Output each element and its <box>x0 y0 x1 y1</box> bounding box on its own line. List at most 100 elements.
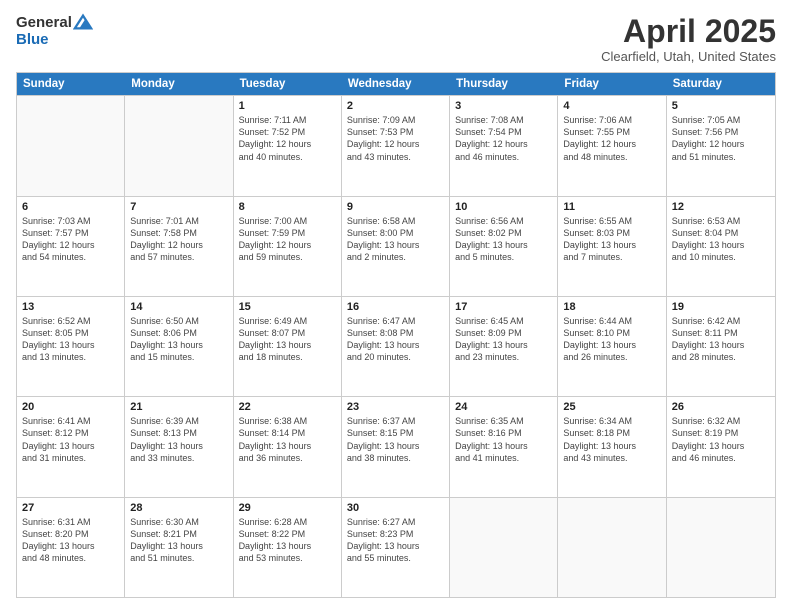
day-number: 2 <box>347 100 444 112</box>
cal-cell: 30 Sunrise: 6:27 AM Sunset: 8:23 PM Dayli… <box>342 498 450 597</box>
day-info: Sunrise: 7:08 AM Sunset: 7:54 PM Dayligh… <box>455 114 552 163</box>
month-title: April 2025 <box>601 14 776 49</box>
day-info: Sunrise: 6:58 AM Sunset: 8:00 PM Dayligh… <box>347 215 444 264</box>
calendar-body: 1 Sunrise: 7:11 AM Sunset: 7:52 PM Daylig… <box>17 95 775 597</box>
day-number: 20 <box>22 401 119 413</box>
cal-cell: 7Sunrise: 7:01 AM Sunset: 7:58 PM Daylig… <box>125 197 233 296</box>
day-info: Sunrise: 6:39 AM Sunset: 8:13 PM Dayligh… <box>130 415 227 464</box>
cal-cell: 2 Sunrise: 7:09 AM Sunset: 7:53 PM Daylig… <box>342 96 450 195</box>
day-info: Sunrise: 6:32 AM Sunset: 8:19 PM Dayligh… <box>672 415 770 464</box>
day-number: 14 <box>130 301 227 313</box>
page: General Blue April 2025 Clearfield, Utah… <box>0 0 792 612</box>
day-number: 21 <box>130 401 227 413</box>
day-number: 22 <box>239 401 336 413</box>
day-info: Sunrise: 7:00 AM Sunset: 7:59 PM Dayligh… <box>239 215 336 264</box>
day-number: 27 <box>22 502 119 514</box>
day-number: 16 <box>347 301 444 313</box>
day-number: 8 <box>239 201 336 213</box>
cal-cell: 13Sunrise: 6:52 AM Sunset: 8:05 PM Dayli… <box>17 297 125 396</box>
cal-cell: 25Sunrise: 6:34 AM Sunset: 8:18 PM Dayli… <box>558 397 666 496</box>
day-number: 5 <box>672 100 770 112</box>
day-info: Sunrise: 7:11 AM Sunset: 7:52 PM Dayligh… <box>239 114 336 163</box>
cal-cell: 26 Sunrise: 6:32 AM Sunset: 8:19 PM Dayli… <box>667 397 775 496</box>
day-info: Sunrise: 6:55 AM Sunset: 8:03 PM Dayligh… <box>563 215 660 264</box>
header-day-sunday: Sunday <box>17 73 125 95</box>
header-day-tuesday: Tuesday <box>234 73 342 95</box>
day-number: 10 <box>455 201 552 213</box>
day-info: Sunrise: 6:30 AM Sunset: 8:21 PM Dayligh… <box>130 516 227 565</box>
day-info: Sunrise: 6:42 AM Sunset: 8:11 PM Dayligh… <box>672 315 770 364</box>
day-number: 18 <box>563 301 660 313</box>
title-area: April 2025 Clearfield, Utah, United Stat… <box>601 14 776 64</box>
logo-blue: Blue <box>16 31 49 48</box>
cal-cell: 3 Sunrise: 7:08 AM Sunset: 7:54 PM Daylig… <box>450 96 558 195</box>
calendar: SundayMondayTuesdayWednesdayThursdayFrid… <box>16 72 776 598</box>
cal-cell <box>450 498 558 597</box>
day-info: Sunrise: 6:56 AM Sunset: 8:02 PM Dayligh… <box>455 215 552 264</box>
day-info: Sunrise: 6:52 AM Sunset: 8:05 PM Dayligh… <box>22 315 119 364</box>
day-info: Sunrise: 7:09 AM Sunset: 7:53 PM Dayligh… <box>347 114 444 163</box>
day-info: Sunrise: 6:45 AM Sunset: 8:09 PM Dayligh… <box>455 315 552 364</box>
cal-cell: 27 Sunrise: 6:31 AM Sunset: 8:20 PM Dayli… <box>17 498 125 597</box>
day-number: 23 <box>347 401 444 413</box>
day-number: 11 <box>563 201 660 213</box>
day-number: 1 <box>239 100 336 112</box>
day-info: Sunrise: 6:28 AM Sunset: 8:22 PM Dayligh… <box>239 516 336 565</box>
cal-cell: 15 Sunrise: 6:49 AM Sunset: 8:07 PM Dayli… <box>234 297 342 396</box>
cal-cell: 19 Sunrise: 6:42 AM Sunset: 8:11 PM Dayli… <box>667 297 775 396</box>
cal-cell: 22Sunrise: 6:38 AM Sunset: 8:14 PM Dayli… <box>234 397 342 496</box>
day-info: Sunrise: 6:44 AM Sunset: 8:10 PM Dayligh… <box>563 315 660 364</box>
cal-cell: 11 Sunrise: 6:55 AM Sunset: 8:03 PM Dayli… <box>558 197 666 296</box>
day-info: Sunrise: 6:27 AM Sunset: 8:23 PM Dayligh… <box>347 516 444 565</box>
location: Clearfield, Utah, United States <box>601 49 776 64</box>
cal-cell <box>667 498 775 597</box>
cal-cell: 29 Sunrise: 6:28 AM Sunset: 8:22 PM Dayli… <box>234 498 342 597</box>
day-info: Sunrise: 6:53 AM Sunset: 8:04 PM Dayligh… <box>672 215 770 264</box>
cal-cell: 9Sunrise: 6:58 AM Sunset: 8:00 PM Daylig… <box>342 197 450 296</box>
cal-cell: 4 Sunrise: 7:06 AM Sunset: 7:55 PM Daylig… <box>558 96 666 195</box>
header-day-friday: Friday <box>558 73 666 95</box>
week-row-4: 20 Sunrise: 6:41 AM Sunset: 8:12 PM Dayli… <box>17 396 775 496</box>
day-number: 30 <box>347 502 444 514</box>
cal-cell: 10 Sunrise: 6:56 AM Sunset: 8:02 PM Dayli… <box>450 197 558 296</box>
day-number: 26 <box>672 401 770 413</box>
cal-cell <box>125 96 233 195</box>
day-number: 29 <box>239 502 336 514</box>
cal-cell <box>17 96 125 195</box>
day-number: 19 <box>672 301 770 313</box>
cal-cell: 1 Sunrise: 7:11 AM Sunset: 7:52 PM Daylig… <box>234 96 342 195</box>
cal-cell: 18 Sunrise: 6:44 AM Sunset: 8:10 PM Dayli… <box>558 297 666 396</box>
calendar-header: SundayMondayTuesdayWednesdayThursdayFrid… <box>17 73 775 95</box>
day-info: Sunrise: 7:05 AM Sunset: 7:56 PM Dayligh… <box>672 114 770 163</box>
day-number: 15 <box>239 301 336 313</box>
day-info: Sunrise: 6:49 AM Sunset: 8:07 PM Dayligh… <box>239 315 336 364</box>
day-info: Sunrise: 6:31 AM Sunset: 8:20 PM Dayligh… <box>22 516 119 565</box>
day-number: 3 <box>455 100 552 112</box>
logo: General Blue <box>16 14 93 49</box>
cal-cell: 28Sunrise: 6:30 AM Sunset: 8:21 PM Dayli… <box>125 498 233 597</box>
header-day-saturday: Saturday <box>667 73 775 95</box>
day-number: 17 <box>455 301 552 313</box>
day-number: 6 <box>22 201 119 213</box>
day-number: 12 <box>672 201 770 213</box>
day-number: 25 <box>563 401 660 413</box>
cal-cell: 12 Sunrise: 6:53 AM Sunset: 8:04 PM Dayli… <box>667 197 775 296</box>
cal-cell: 23 Sunrise: 6:37 AM Sunset: 8:15 PM Dayli… <box>342 397 450 496</box>
week-row-3: 13Sunrise: 6:52 AM Sunset: 8:05 PM Dayli… <box>17 296 775 396</box>
week-row-2: 6Sunrise: 7:03 AM Sunset: 7:57 PM Daylig… <box>17 196 775 296</box>
cal-cell: 16 Sunrise: 6:47 AM Sunset: 8:08 PM Dayli… <box>342 297 450 396</box>
cal-cell: 21 Sunrise: 6:39 AM Sunset: 8:13 PM Dayli… <box>125 397 233 496</box>
day-info: Sunrise: 6:47 AM Sunset: 8:08 PM Dayligh… <box>347 315 444 364</box>
cal-cell: 20 Sunrise: 6:41 AM Sunset: 8:12 PM Dayli… <box>17 397 125 496</box>
day-info: Sunrise: 6:41 AM Sunset: 8:12 PM Dayligh… <box>22 415 119 464</box>
header-day-thursday: Thursday <box>450 73 558 95</box>
logo-general: General <box>16 14 72 31</box>
cal-cell: 17 Sunrise: 6:45 AM Sunset: 8:09 PM Dayli… <box>450 297 558 396</box>
logo-icon <box>73 13 93 31</box>
header: General Blue April 2025 Clearfield, Utah… <box>16 14 776 64</box>
week-row-1: 1 Sunrise: 7:11 AM Sunset: 7:52 PM Daylig… <box>17 95 775 195</box>
day-info: Sunrise: 7:06 AM Sunset: 7:55 PM Dayligh… <box>563 114 660 163</box>
day-number: 4 <box>563 100 660 112</box>
cal-cell: 8 Sunrise: 7:00 AM Sunset: 7:59 PM Daylig… <box>234 197 342 296</box>
day-info: Sunrise: 6:37 AM Sunset: 8:15 PM Dayligh… <box>347 415 444 464</box>
